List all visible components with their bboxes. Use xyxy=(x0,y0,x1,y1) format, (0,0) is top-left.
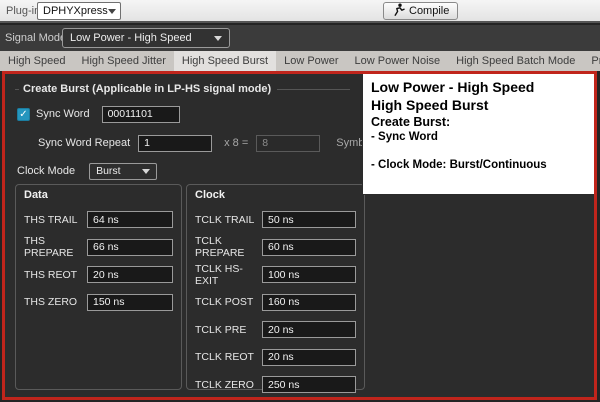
repeat-result-field xyxy=(256,135,320,152)
check-icon: ✓ xyxy=(19,109,27,120)
tclk-pre-input[interactable] xyxy=(262,321,356,338)
info-item-clock-mode: - Clock Mode: Burst/Continuous xyxy=(371,158,586,172)
compile-button-label: Compile xyxy=(409,5,449,17)
sync-word-repeat-row: Sync Word Repeat x 8 = Symbols xyxy=(38,133,378,153)
sync-word-row: ✓ Sync Word xyxy=(17,105,180,123)
tclk-prepare-input[interactable] xyxy=(262,239,356,256)
tclk-prepare-row: TCLK PREPARE xyxy=(187,234,364,262)
clock-mode-row: Clock Mode Burst xyxy=(17,162,157,180)
compile-icon xyxy=(392,3,405,19)
ths-zero-input[interactable] xyxy=(87,294,173,311)
ths-reot-row: THS REOT xyxy=(16,261,181,289)
sync-word-label: Sync Word xyxy=(36,108,90,120)
tab-low-power[interactable]: Low Power xyxy=(276,51,346,71)
tclk-zero-input[interactable] xyxy=(262,376,356,393)
tab-high-speed[interactable]: High Speed xyxy=(0,51,74,71)
ths-prepare-input[interactable] xyxy=(87,239,173,256)
tab-high-speed-jitter[interactable]: High Speed Jitter xyxy=(74,51,174,71)
sync-word-input[interactable] xyxy=(102,106,180,123)
signal-mode-value: Low Power - High Speed xyxy=(70,32,192,44)
repeat-multiplier-label: x 8 = xyxy=(224,137,248,149)
ths-zero-row: THS ZERO xyxy=(16,289,181,317)
mode-info-box: Low Power - High Speed High Speed Burst … xyxy=(362,74,594,195)
plugin-dropdown-value: DPHYXpress xyxy=(43,5,108,17)
ths-trail-row: THS TRAIL xyxy=(16,206,181,234)
app-window: Plug-in: DPHYXpress Compile Signal Mode:… xyxy=(0,0,600,402)
plugin-dropdown[interactable]: DPHYXpress xyxy=(37,2,121,20)
clock-mode-label: Clock Mode xyxy=(17,165,75,177)
tab-bar: High Speed High Speed Jitter High Speed … xyxy=(0,51,600,71)
tab-preferences[interactable]: Preferences xyxy=(583,51,600,71)
clock-mode-dropdown[interactable]: Burst xyxy=(89,163,157,180)
chevron-down-icon xyxy=(214,36,222,41)
clock-group-title: Clock xyxy=(195,189,225,201)
burst-settings-panel: Create Burst (Applicable in LP-HS signal… xyxy=(2,71,597,400)
signal-mode-dropdown[interactable]: Low Power - High Speed xyxy=(62,28,230,48)
ths-trail-label: THS TRAIL xyxy=(24,214,87,226)
ths-prepare-row: THS PREPARE xyxy=(16,234,181,262)
ths-reot-input[interactable] xyxy=(87,266,173,283)
tclk-prepare-label: TCLK PREPARE xyxy=(195,235,262,259)
tclk-trail-label: TCLK TRAIL xyxy=(195,214,262,226)
chevron-down-icon xyxy=(142,169,150,174)
info-subtitle: Create Burst: xyxy=(371,114,586,130)
tclk-post-label: TCLK POST xyxy=(195,296,262,308)
tclk-reot-input[interactable] xyxy=(262,349,356,366)
tclk-hs-exit-label: TCLK HS-EXIT xyxy=(195,263,262,287)
tclk-zero-row: TCLK ZERO xyxy=(187,371,364,399)
create-burst-group-header: Create Burst (Applicable in LP-HS signal… xyxy=(15,83,350,95)
tclk-post-row: TCLK POST xyxy=(187,289,364,317)
sync-word-repeat-input[interactable] xyxy=(138,135,212,152)
tclk-trail-row: TCLK TRAIL xyxy=(187,206,364,234)
ths-trail-input[interactable] xyxy=(87,211,173,228)
sync-word-repeat-label: Sync Word Repeat xyxy=(38,137,130,149)
sync-word-checkbox[interactable]: ✓ xyxy=(17,108,30,121)
create-burst-title: Create Burst (Applicable in LP-HS signal… xyxy=(23,83,271,95)
tab-low-power-noise[interactable]: Low Power Noise xyxy=(347,51,449,71)
signal-mode-bar: Signal Mode: Low Power - High Speed xyxy=(0,25,600,51)
tab-high-speed-burst[interactable]: High Speed Burst xyxy=(174,51,276,71)
tab-high-speed-batch-mode[interactable]: High Speed Batch Mode xyxy=(448,51,583,71)
tclk-hs-exit-row: TCLK HS-EXIT xyxy=(187,261,364,289)
clock-group: Clock TCLK TRAIL TCLK PREPARE TCLK HS-EX… xyxy=(186,184,365,390)
top-toolbar: Plug-in: DPHYXpress Compile xyxy=(0,0,600,23)
tclk-hs-exit-input[interactable] xyxy=(262,266,356,283)
ths-reot-label: THS REOT xyxy=(24,269,87,281)
info-item-sync-word: - Sync Word xyxy=(371,130,586,144)
data-group-title: Data xyxy=(24,189,48,201)
compile-button[interactable]: Compile xyxy=(383,2,458,20)
tclk-pre-row: TCLK PRE xyxy=(187,316,364,344)
tclk-reot-label: TCLK REOT xyxy=(195,351,262,363)
tclk-pre-label: TCLK PRE xyxy=(195,324,262,336)
data-group: Data THS TRAIL THS PREPARE THS REOT THS … xyxy=(15,184,182,390)
tclk-post-input[interactable] xyxy=(262,294,356,311)
ths-prepare-label: THS PREPARE xyxy=(24,235,87,259)
info-title-line2: High Speed Burst xyxy=(371,96,586,114)
tclk-trail-input[interactable] xyxy=(262,211,356,228)
tclk-reot-row: TCLK REOT xyxy=(187,344,364,372)
info-title-line1: Low Power - High Speed xyxy=(371,78,586,96)
ths-zero-label: THS ZERO xyxy=(24,296,87,308)
chevron-down-icon xyxy=(108,9,116,14)
clock-mode-value: Burst xyxy=(96,165,121,177)
tclk-zero-label: TCLK ZERO xyxy=(195,379,262,391)
signal-mode-label: Signal Mode: xyxy=(5,32,69,44)
